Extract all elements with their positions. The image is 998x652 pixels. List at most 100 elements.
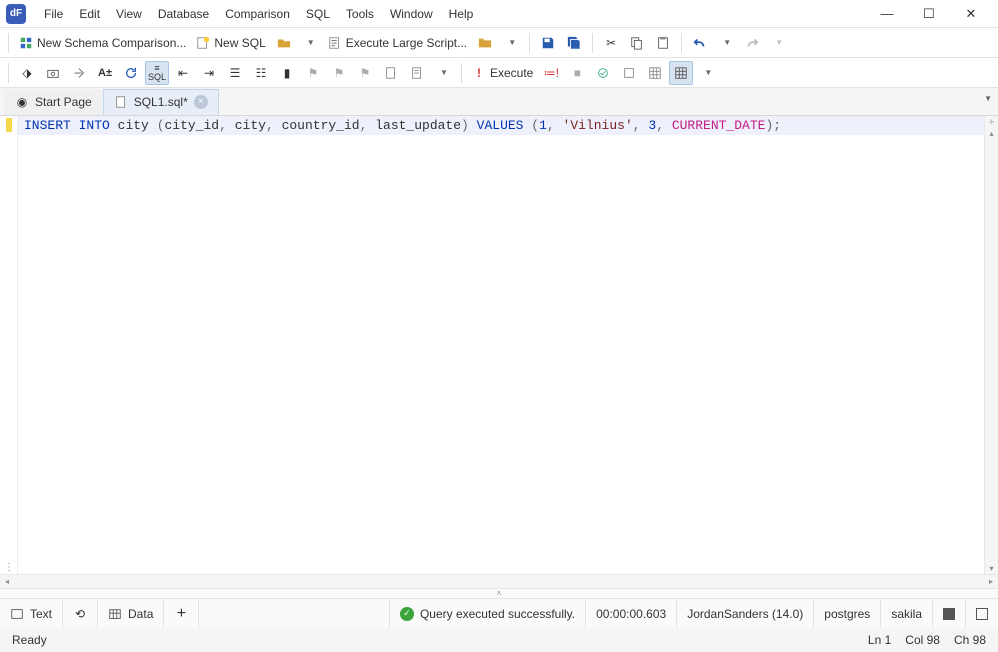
execute-alt-button[interactable]: ≔! [539, 61, 563, 85]
compare-icon [19, 36, 33, 50]
save-all-button[interactable] [562, 31, 586, 55]
menu-edit[interactable]: Edit [71, 3, 108, 25]
refresh-button[interactable] [119, 61, 143, 85]
list2-button[interactable]: ☷ [249, 61, 273, 85]
copy-button[interactable] [625, 31, 649, 55]
output-data-label: Data [128, 607, 153, 621]
doc2-dropdown[interactable]: ▼ [431, 61, 455, 85]
bookmark-marker[interactable] [6, 118, 12, 132]
save-all-icon [567, 36, 581, 50]
stop-button[interactable]: ■ [565, 61, 589, 85]
execute-icon: ! [472, 66, 486, 80]
success-icon: ✓ [400, 607, 414, 621]
split-icon[interactable]: ÷ [989, 116, 994, 128]
output-data-tab[interactable]: Data [98, 599, 164, 628]
scroll-right-icon[interactable]: ▸ [988, 576, 994, 587]
menu-window[interactable]: Window [382, 3, 441, 25]
vertical-scrollbar[interactable]: ÷ ▴ ▾ [984, 116, 998, 574]
layout-outline-button[interactable] [965, 599, 998, 628]
rollback-button[interactable] [617, 61, 641, 85]
scroll-left-icon[interactable]: ◂ [4, 576, 10, 587]
open-dropdown[interactable]: ▼ [298, 31, 322, 55]
connection-role[interactable]: postgres [813, 599, 880, 628]
back-button[interactable]: ⬗ [15, 61, 39, 85]
panel-collapse-bar[interactable]: ˄ [0, 588, 998, 598]
execute-large-script-button[interactable]: Execute Large Script... [324, 31, 471, 55]
tab-bar: ◉ Start Page SQL1.sql* × ▼ [0, 88, 998, 116]
grid-icon [108, 607, 122, 621]
status-ch: Ch 98 [954, 633, 986, 647]
scroll-up-icon[interactable]: ▴ [988, 128, 994, 139]
tab-close-button[interactable]: × [194, 95, 208, 109]
redo-button[interactable] [740, 31, 764, 55]
status-ready: Ready [12, 633, 47, 647]
menu-file[interactable]: File [36, 3, 71, 25]
tab-sql1[interactable]: SQL1.sql* × [103, 89, 219, 115]
flag1-button[interactable]: ⚑ [301, 61, 325, 85]
new-sql-button[interactable]: New SQL [192, 31, 269, 55]
flag-icon: ⚑ [358, 66, 372, 80]
tab-list-dropdown[interactable]: ▼ [984, 94, 992, 103]
sql-file-icon [114, 95, 128, 109]
indent-left-button[interactable]: ⇤ [171, 61, 195, 85]
indent-right-button[interactable]: ⇥ [197, 61, 221, 85]
flag3-button[interactable]: ⚑ [353, 61, 377, 85]
menu-help[interactable]: Help [441, 3, 482, 25]
new-sql-icon [196, 36, 210, 50]
app-icon: dF [6, 4, 26, 24]
export-button[interactable] [67, 61, 91, 85]
output-text-tab[interactable]: Text [0, 599, 63, 628]
list-button[interactable]: ☰ [223, 61, 247, 85]
execute-alt-icon: ≔! [544, 66, 558, 80]
sql-editor[interactable]: INSERT INTO city (city_id, city, country… [18, 116, 998, 574]
camera-button[interactable] [41, 61, 65, 85]
menu-comparison[interactable]: Comparison [217, 3, 298, 25]
output-add-button[interactable]: + [164, 599, 199, 628]
folder-dropdown[interactable]: ▼ [499, 31, 523, 55]
flag2-button[interactable]: ⚑ [327, 61, 351, 85]
doc2-button[interactable] [405, 61, 429, 85]
menu-database[interactable]: Database [150, 3, 217, 25]
connection-user[interactable]: JordanSanders (14.0) [676, 599, 813, 628]
undo-icon [693, 36, 707, 50]
grid2-dropdown[interactable]: ▼ [695, 61, 719, 85]
commit-button[interactable] [591, 61, 615, 85]
scroll-down-icon[interactable]: ▾ [988, 563, 994, 574]
tab-start-page[interactable]: ◉ Start Page [4, 89, 103, 115]
toolbar-1: New Schema Comparison... New SQL ▼ Execu… [0, 28, 998, 58]
connection-db[interactable]: sakila [880, 599, 932, 628]
grid2-button[interactable] [669, 61, 693, 85]
cut-button[interactable]: ✂ [599, 31, 623, 55]
layout-filled-button[interactable] [932, 599, 965, 628]
menu-sql[interactable]: SQL [298, 3, 338, 25]
redo-dropdown[interactable]: ▼ [766, 31, 790, 55]
grid-icon [648, 66, 662, 80]
query-status: ✓ Query executed successfully. [389, 599, 585, 628]
execute-button[interactable]: ! Execute [468, 61, 537, 85]
indent-right-icon: ⇥ [202, 66, 216, 80]
cut-icon: ✂ [604, 36, 618, 50]
sql-format-icon: ≡SQL [150, 66, 164, 80]
close-button[interactable]: ✕ [950, 0, 992, 28]
menu-view[interactable]: View [108, 3, 150, 25]
undo-button[interactable] [688, 31, 712, 55]
menu-tools[interactable]: Tools [338, 3, 382, 25]
sql-format-button[interactable]: ≡SQL [145, 61, 169, 85]
paste-button[interactable] [651, 31, 675, 55]
undo-dropdown[interactable]: ▼ [714, 31, 738, 55]
grid1-button[interactable] [643, 61, 667, 85]
new-schema-comparison-button[interactable]: New Schema Comparison... [15, 31, 190, 55]
script-icon [328, 36, 342, 50]
horizontal-scrollbar[interactable]: ◂ ▸ [0, 574, 998, 588]
query-duration: 00:00:00.603 [585, 599, 676, 628]
maximize-button[interactable]: ☐ [908, 0, 950, 28]
minimize-button[interactable]: — [866, 0, 908, 28]
font-size-button[interactable]: A± [93, 61, 117, 85]
save-button[interactable] [536, 31, 560, 55]
split-handle-icon[interactable]: ⋮ [4, 562, 14, 573]
output-refresh-button[interactable]: ⟲ [63, 599, 98, 628]
open-button[interactable] [272, 31, 296, 55]
doc1-button[interactable] [379, 61, 403, 85]
folder-button[interactable] [473, 31, 497, 55]
bookmark-button[interactable]: ▮ [275, 61, 299, 85]
